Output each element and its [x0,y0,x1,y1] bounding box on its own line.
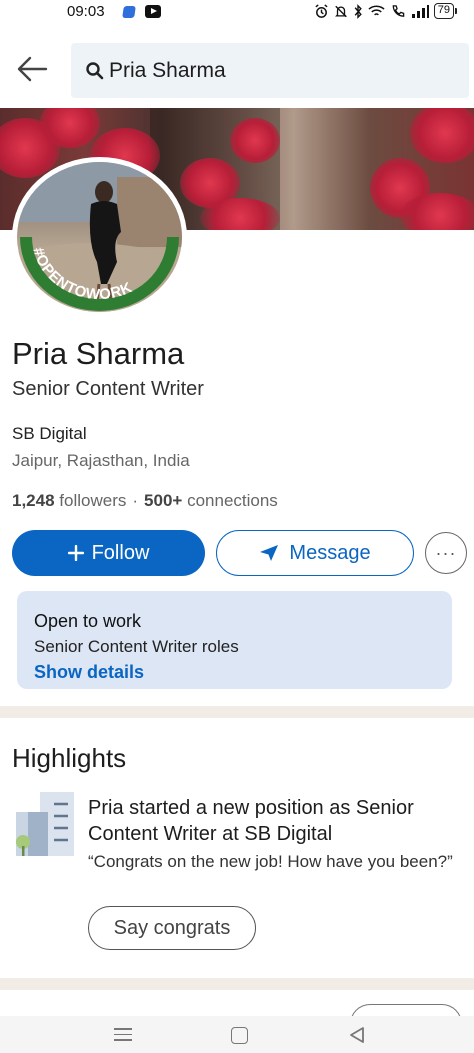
profile-headline: Senior Content Writer [12,378,204,400]
svg-text:#OPENTOWORK: #OPENTOWORK [29,245,135,303]
message-label: Message [289,541,371,564]
status-bar: 09:03 79 [0,0,474,26]
arrow-left-icon [17,56,48,82]
more-options-button[interactable]: ··· [425,532,467,574]
stats-separator: · [132,491,139,510]
ellipsis-icon: ··· [435,542,457,563]
system-icons: 79 [314,3,458,19]
say-congrats-button[interactable]: Say congrats [88,906,256,950]
paper-plane-icon [260,545,279,561]
followers-label: followers [59,491,127,510]
home-button[interactable] [231,1027,248,1044]
highlight-quote: “Congrats on the new job! How have you b… [88,852,453,871]
follow-button[interactable]: Follow [12,530,205,576]
section-divider-2 [0,978,474,990]
signal-icon [411,4,429,18]
open-to-work-roles: Senior Content Writer roles [34,637,239,656]
bluetooth-icon [354,3,362,19]
system-nav-bar [0,1016,474,1053]
highlights-title: Highlights [12,743,127,773]
profile-company[interactable]: SB Digital [12,424,87,444]
followers-stat[interactable]: 1,248 followers [12,491,126,511]
plus-icon [67,545,84,561]
search-query: Pria Sharma [109,59,226,82]
follow-label: Follow [91,541,150,564]
show-details-link[interactable]: Show details [34,662,144,683]
building-icon [16,792,74,856]
recents-button[interactable] [114,1028,132,1042]
connections-stat[interactable]: 500+ connections [144,491,278,511]
profile-avatar[interactable]: #OPENTOWORK [12,157,187,317]
status-time: 09:03 [67,3,105,20]
section-divider [0,706,474,718]
top-bar: Pria Sharma [0,40,474,100]
nav-back-button[interactable] [348,1026,366,1044]
open-to-work-ring: #OPENTOWORK [20,237,179,311]
say-congrats-label: Say congrats [113,916,231,939]
profile-location: Jaipur, Rajasthan, India [12,451,190,470]
search-input[interactable]: Pria Sharma [71,43,469,98]
notification-app-icon [122,6,136,18]
wifi-icon [368,5,385,16]
followers-count: 1,248 [12,491,55,510]
open-to-work-title: Open to work [34,611,142,631]
highlight-headline[interactable]: Pria started a new position as Senior Co… [88,795,470,847]
wifi-call-icon [392,4,405,17]
network-stats: 1,248 followers · 500+ connections [12,491,278,511]
connections-count: 500+ [144,491,183,510]
open-to-work-badge: #OPENTOWORK [29,245,134,303]
connections-label: connections [187,491,278,510]
mute-bell-icon [334,5,347,17]
search-icon [86,62,104,80]
profile-name: Pria Sharma [12,336,185,371]
open-to-work-card[interactable]: Open to work Senior Content Writer roles… [17,591,452,689]
battery-indicator: 79 [433,3,458,19]
back-button[interactable] [12,52,52,86]
youtube-icon [145,5,161,18]
alarm-icon [315,3,328,18]
message-button[interactable]: Message [216,530,414,576]
